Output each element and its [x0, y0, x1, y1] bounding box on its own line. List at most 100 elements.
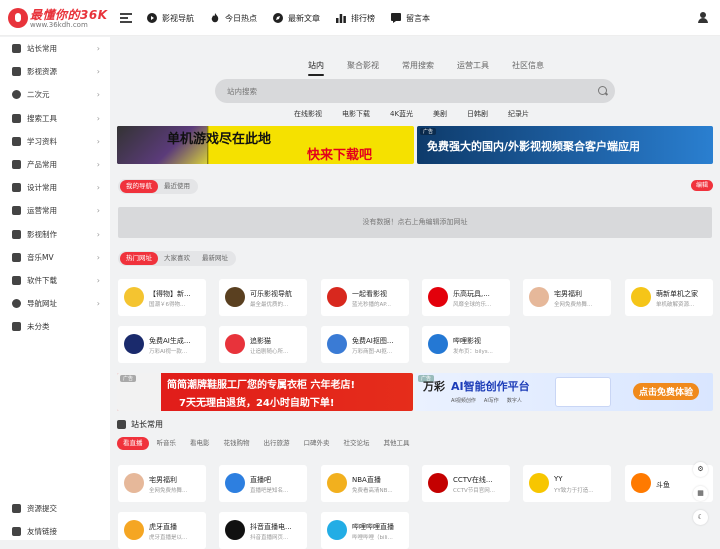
site-desc: 单机破解资源... — [656, 302, 695, 308]
site-title: 一起看影视 — [352, 290, 387, 298]
tab-popular[interactable]: 大家喜欢 — [158, 252, 196, 265]
chevron-right-icon: › — [96, 159, 100, 169]
search-tab-community[interactable]: 社区信息 — [512, 60, 544, 71]
site-title: 宅男福利 — [149, 476, 177, 484]
site-title: CCTV在线... — [453, 476, 493, 484]
sidebar-item-design[interactable]: 设计常用 › — [0, 176, 110, 199]
tab-shopping[interactable]: 花钱购物 — [218, 437, 256, 450]
search-tab-aggregate[interactable]: 聚合影视 — [347, 60, 379, 71]
ad-banner-video-app[interactable]: 广告 免费强大的国内/外影视视频聚合客户端应用 — [417, 126, 713, 164]
sidebar-item-study[interactable]: 学习资料 › — [0, 130, 110, 153]
sidebar-item-music[interactable]: 音乐MV › — [0, 246, 110, 269]
nav-item-hot[interactable]: 今日热点 — [210, 0, 257, 36]
tab-live[interactable]: 看直播 — [117, 437, 149, 450]
sidebar: 站长常用 › 影视资源 › 二次元 › 搜索工具 › 学习资料 › 产品常用 › 设计常用 ›… — [0, 37, 110, 540]
chevron-right-icon: › — [96, 183, 100, 193]
section-title: 站长常用 — [117, 419, 163, 430]
quick-link[interactable]: 在线影视 — [294, 109, 322, 119]
monitor-icon — [12, 160, 21, 170]
site-card[interactable]: CCTV在线... CCTV节目官网... — [422, 465, 510, 502]
sidebar-item-label: 友情链接 — [27, 527, 57, 537]
sidebar-item-anime[interactable]: 二次元 › — [0, 83, 110, 106]
dark-mode-icon[interactable]: ☾ — [693, 510, 708, 525]
sidebar-item-search-tools[interactable]: 搜索工具 › — [0, 107, 110, 130]
tab-takeout[interactable]: 口碑外卖 — [298, 437, 336, 450]
ad-banner-ai[interactable]: 广告 万彩 AI智能创作平台 AI视频创作 AI写作 数字人 点击免费体验 — [415, 373, 713, 411]
sidebar-item-film[interactable]: 影视资源 › — [0, 60, 110, 83]
tab-tools[interactable]: 其他工具 — [378, 437, 416, 450]
site-card[interactable]: 追影猫 让追剧随心所... — [219, 326, 307, 363]
sidebar-item-video-production[interactable]: 影视制作 › — [0, 223, 110, 246]
site-card[interactable]: 免费AI抠图... 万彩商图-AI抠... — [321, 326, 409, 363]
site-card[interactable]: NBA直播 免费看高清NB... — [321, 465, 409, 502]
quick-link[interactable]: 4K蓝光 — [390, 109, 413, 119]
site-card[interactable]: 哔哩哔哩直播 哔哩哔哩（bili... — [321, 512, 409, 549]
site-logo[interactable]: 最懂你的36K www.36kdh.com — [8, 6, 107, 32]
sidebar-item-operation[interactable]: 运营常用 › — [0, 199, 110, 222]
site-card[interactable]: 抖音直播电... 抖音直播网页... — [219, 512, 307, 549]
nav-item-articles[interactable]: 最新文章 — [273, 0, 320, 36]
site-desc: YY致力于打造... — [554, 488, 594, 494]
site-title: 虎牙直播 — [149, 523, 177, 531]
site-card[interactable]: 可乐影视导航 最全最优质的... — [219, 279, 307, 316]
sidebar-item-nav-sites[interactable]: 导航网址 › — [0, 292, 110, 315]
book-icon — [12, 136, 21, 146]
quick-link[interactable]: 日韩剧 — [467, 109, 488, 119]
quick-link[interactable]: 美剧 — [433, 109, 447, 119]
search-input[interactable] — [215, 79, 575, 104]
ad-banner-games[interactable]: 单机游戏尽在此地 快来下载吧 — [117, 126, 414, 164]
settings-icon[interactable]: ⚙ — [693, 462, 708, 477]
section-title-label: 站长常用 — [131, 420, 163, 429]
site-logo-icon — [428, 287, 448, 307]
quick-link[interactable]: 电影下载 — [342, 109, 370, 119]
site-card[interactable]: 乐高玩具,... 风靡全球的乐... — [422, 279, 510, 316]
site-card[interactable]: 虎牙直播 虎牙直播是以... — [118, 512, 206, 549]
search-tab-site[interactable]: 站内 — [308, 60, 324, 76]
ad-banner-clothing[interactable]: 广告 简简潮牌鞋服工厂您的专属衣柜 六年老店! 7天无理由退货，24小时自助下单… — [117, 373, 413, 411]
menu-toggle-icon[interactable] — [120, 12, 132, 24]
sidebar-item-webmaster[interactable]: 站长常用 › — [0, 37, 110, 60]
site-card[interactable]: 免费AI生成... 万彩AI视一款... — [118, 326, 206, 363]
site-card[interactable]: 【得物】新... 国潮￥6得物... — [118, 279, 206, 316]
sidebar-item-product[interactable]: 产品常用 › — [0, 153, 110, 176]
nav-item-guestbook[interactable]: 留言本 — [391, 0, 430, 36]
tab-movies[interactable]: 看电影 — [184, 437, 216, 450]
sidebar-item-submit[interactable]: 资源提交 — [0, 497, 110, 520]
tab-forum[interactable]: 社交论坛 — [338, 437, 376, 450]
nav-label: 影视导航 — [162, 13, 194, 23]
site-card[interactable]: YY YY致力于打造... — [523, 465, 611, 502]
search-tabs: 站内 聚合影视 常用搜索 运营工具 社区信息 — [308, 60, 567, 76]
site-card[interactable]: 一起看影视 蓝光秒播的AP... — [321, 279, 409, 316]
search-tab-common[interactable]: 常用搜索 — [402, 60, 434, 71]
sidebar-item-label: 产品常用 — [27, 160, 57, 170]
tab-latest[interactable]: 最新网址 — [196, 252, 234, 265]
edit-button[interactable]: 编辑 — [690, 180, 713, 191]
sidebar-item-uncategorized[interactable]: 未分类 — [0, 315, 110, 338]
site-desc: 风靡全球的乐... — [453, 302, 492, 308]
site-card[interactable]: 宅男福利 全网免费热舞... — [523, 279, 611, 316]
site-card[interactable]: 直播吧 直播吧是知名... — [219, 465, 307, 502]
site-card[interactable]: 宅男福利 全网免费热舞... — [118, 465, 206, 502]
quick-links: 在线影视 电影下载 4K蓝光 美剧 日韩剧 纪录片 — [294, 109, 549, 119]
search-icon[interactable] — [598, 86, 607, 95]
site-title: 【得物】新... — [149, 290, 191, 298]
tab-recent[interactable]: 最近使用 — [158, 180, 196, 193]
cube-icon — [117, 420, 126, 429]
ad-banner-games-line1: 单机游戏尽在此地 — [167, 132, 272, 147]
quick-link[interactable]: 纪录片 — [508, 109, 529, 119]
top-nav: 影视导航 今日热点 最新文章 排行榜 留言本 — [147, 0, 446, 36]
site-card[interactable]: 哔哩影视 发布页：bilys... — [422, 326, 510, 363]
tab-travel[interactable]: 出行旅游 — [258, 437, 296, 450]
site-logo-icon — [225, 520, 245, 540]
nav-item-ranking[interactable]: 排行榜 — [336, 0, 375, 36]
tab-hot[interactable]: 热门网址 — [120, 252, 158, 265]
nav-item-movies[interactable]: 影视导航 — [147, 0, 194, 36]
tab-music[interactable]: 听音乐 — [151, 437, 183, 450]
search-tab-operation[interactable]: 运营工具 — [457, 60, 489, 71]
grid-icon[interactable]: ▦ — [693, 486, 708, 501]
sidebar-item-software[interactable]: 软件下载 › — [0, 269, 110, 292]
tab-my-nav[interactable]: 我的导航 — [120, 180, 158, 193]
site-card[interactable]: 萌新单机之家 单机破解资源... — [625, 279, 713, 316]
chevron-right-icon: › — [96, 90, 100, 100]
user-icon[interactable] — [698, 12, 708, 23]
